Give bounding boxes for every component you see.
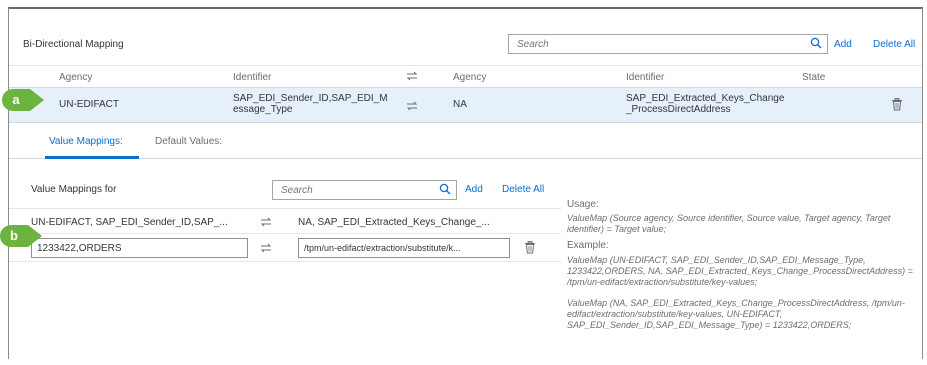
search-icon[interactable] [439,183,451,198]
detail-tab-bar: Value Mappings: Default Values: [9,123,922,159]
swap-arrows-icon [406,71,418,84]
add-mapping-link[interactable]: Add [834,39,852,50]
callout-a-arrow [30,89,44,111]
swap-arrows-icon [260,217,272,230]
callout-b-arrow [28,225,42,247]
search-icon[interactable] [810,37,822,52]
usage-text: ValueMap (Source agency, Source identifi… [567,213,891,234]
target-value-input[interactable] [298,238,510,258]
column-state: State [802,72,826,83]
trash-icon[interactable] [524,241,536,257]
target-column-header: NA, SAP_EDI_Extracted_Keys_Change_... [298,217,490,228]
value-mappings-label: Value Mappings for [31,184,117,195]
row-target-identifier: SAP_EDI_Extracted_Keys_Change_ProcessDir… [626,93,785,115]
trash-icon[interactable] [891,98,903,114]
usage-help-panel: Usage: ValueMap (Source agency, Source i… [567,199,919,331]
column-agency: Agency [59,72,93,83]
mapping-row-selected[interactable]: UN-EDIFACT SAP_EDI_Sender_ID,SAP_EDI_Mes… [9,87,922,123]
value-mappings-table-area: Value Mappings for Add Delete All UN-EDI… [9,159,561,359]
add-value-mapping-link[interactable]: Add [465,184,483,195]
row-target-agency: NA [453,99,467,110]
value-mapping-search-field[interactable] [272,180,457,200]
tab-value-mappings[interactable]: Value Mappings: [49,136,123,147]
column-identifier: Identifier [233,72,272,83]
example-2-text: ValueMap (NA, SAP_EDI_Extracted_Keys_Cha… [567,298,905,330]
column-target-agency: Agency [453,72,487,83]
tab-default-values[interactable]: Default Values: [155,136,222,147]
mapping-table-header: Agency Identifier Agency Identifier Stat… [9,65,922,87]
swap-arrows-icon [406,101,418,114]
source-column-header: UN-EDIFACT, SAP_EDI_Sender_ID,SAP_... [31,217,228,228]
row-source-agency: UN-EDIFACT [59,99,119,110]
column-target-identifier: Identifier [626,72,665,83]
value-mapping-table-header: UN-EDIFACT, SAP_EDI_Sender_ID,SAP_... NA… [9,208,561,234]
example-label: Example: [567,240,609,251]
mapping-search-input[interactable] [509,35,799,53]
delete-all-mappings-link[interactable]: Delete All [873,39,915,50]
value-mapping-row [9,234,561,262]
row-source-identifier: SAP_EDI_Sender_ID,SAP_EDI_Message_Type [233,93,388,115]
value-mapping-search-input[interactable] [273,181,433,199]
callout-b-label: b [0,225,28,247]
callout-a-label: a [2,89,30,111]
usage-label: Usage: [567,199,599,210]
page-title: Bi-Directional Mapping [23,39,124,50]
bi-directional-mapping-panel: Bi-Directional Mapping Add Delete All Ag… [8,7,923,359]
source-value-input[interactable] [31,238,248,258]
swap-arrows-icon [260,243,272,256]
delete-all-value-mappings-link[interactable]: Delete All [502,184,544,195]
value-mappings-section: Value Mappings for Add Delete All UN-EDI… [9,159,922,359]
example-1-text: ValueMap (UN-EDIFACT, SAP_EDI_Sender_ID,… [567,255,913,287]
mapping-search-field[interactable] [508,34,828,54]
